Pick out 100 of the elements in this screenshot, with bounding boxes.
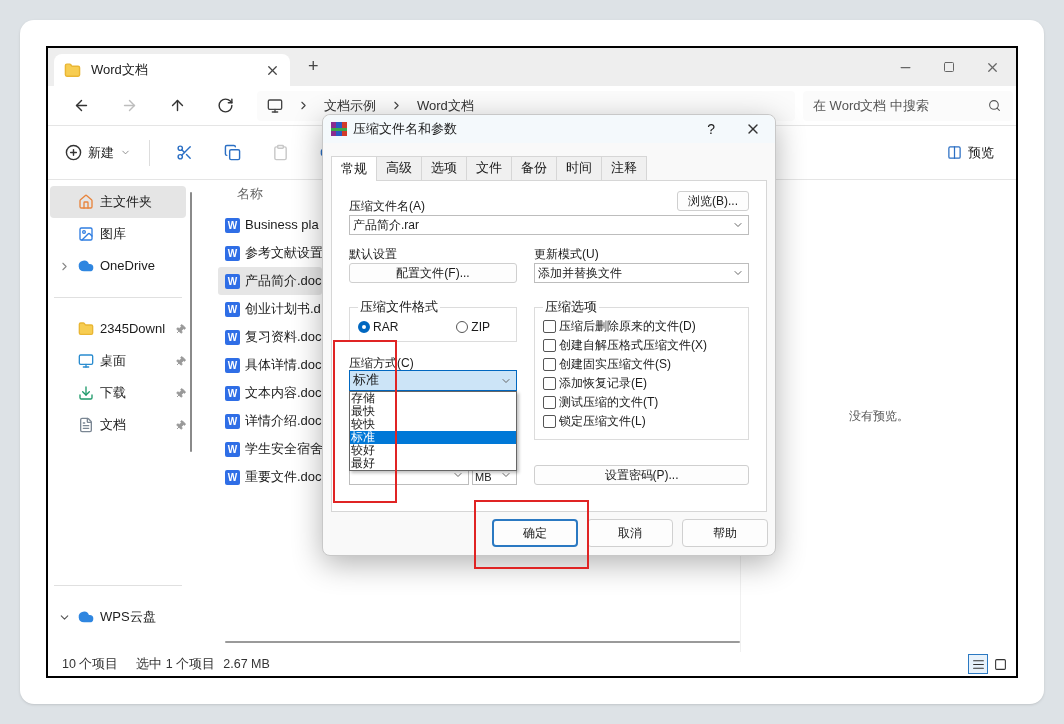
- group-label: 压缩文件格式: [359, 299, 439, 316]
- sidebar-item[interactable]: WPS云盘: [50, 601, 186, 633]
- sidebar-item[interactable]: 2345Downl: [50, 313, 186, 345]
- file-row[interactable]: W 重要文件.doc: [218, 463, 322, 491]
- file-row[interactable]: W 具体详情.doc: [218, 351, 322, 379]
- cut-icon: [175, 144, 193, 161]
- option-checkbox[interactable]: 添加恢复记录(E): [543, 373, 744, 393]
- file-name: 具体详情.doc: [245, 356, 322, 375]
- home-icon: [78, 194, 94, 210]
- item-count: 10 个项目: [62, 655, 119, 673]
- folder-icon: [64, 61, 81, 79]
- browse-button[interactable]: 浏览(B)...: [677, 191, 749, 211]
- sidebar-item[interactable]: 桌面: [50, 345, 186, 377]
- sidebar-label: WPS云盘: [100, 608, 157, 627]
- dialog-button[interactable]: 帮助: [682, 519, 768, 547]
- square-icon: [993, 657, 1007, 671]
- password-button[interactable]: 设置密码(P)...: [534, 465, 749, 485]
- sidebar-item[interactable]: OneDrive: [50, 250, 186, 282]
- copy-icon: [223, 144, 241, 161]
- file-name: 文本内容.doc: [245, 384, 322, 403]
- new-tab-button[interactable]: +: [308, 53, 319, 80]
- word-file-icon: W: [225, 469, 240, 485]
- file-name: 参考文献设置: [245, 244, 322, 263]
- tab-title: Word文档: [91, 61, 149, 80]
- document-icon: [78, 417, 94, 433]
- sidebar-label: 图库: [100, 225, 127, 244]
- dropdown-option[interactable]: 最快: [350, 405, 516, 418]
- file-name: 学生安全宿舍: [245, 440, 322, 459]
- method-select[interactable]: 标准: [349, 370, 517, 391]
- paste-icon: [271, 144, 289, 161]
- help-button[interactable]: ?: [707, 118, 715, 140]
- dialog-tab[interactable]: 高级: [377, 156, 422, 180]
- sidebar-item[interactable]: 主文件夹: [50, 186, 186, 218]
- sidebar-label: 主文件夹: [100, 193, 153, 212]
- selection-size: 2.67 MB: [223, 655, 270, 673]
- dropdown-option[interactable]: 较快: [350, 418, 516, 431]
- list-icon: [971, 657, 985, 671]
- breadcrumb-item[interactable]: Word文档: [417, 95, 474, 116]
- option-checkbox[interactable]: 创建自解压格式压缩文件(X): [543, 335, 744, 355]
- selection-count: 选中 1 个项目: [136, 655, 216, 673]
- sidebar-label: 下载: [100, 384, 127, 403]
- profiles-button[interactable]: 配置文件(F)...: [349, 263, 517, 283]
- dropdown-option[interactable]: 标准: [350, 431, 516, 444]
- file-name: 重要文件.doc: [245, 468, 322, 487]
- word-file-icon: W: [225, 217, 240, 233]
- refresh-icon: [216, 97, 234, 114]
- option-checkbox[interactable]: 测试压缩的文件(T): [543, 392, 744, 412]
- plus-icon: [65, 144, 82, 161]
- dialog-tab[interactable]: 时间: [557, 156, 602, 180]
- dialog-tab[interactable]: 常规: [331, 156, 377, 181]
- dialog-button[interactable]: 确定: [492, 519, 578, 547]
- update-mode-select[interactable]: 添加并替换文件: [534, 263, 749, 283]
- panel-icon: [947, 145, 962, 160]
- file-row[interactable]: W 复习资料.doc: [218, 323, 322, 351]
- cloud-icon: [78, 609, 94, 625]
- format-radio[interactable]: RAR: [358, 317, 399, 336]
- option-checkbox[interactable]: 锁定压缩文件(L): [543, 411, 744, 431]
- archive-name-field[interactable]: 产品简介.rar: [349, 215, 749, 235]
- word-file-icon: W: [225, 273, 240, 289]
- file-row[interactable]: W 学生安全宿舍: [218, 435, 322, 463]
- breadcrumb-item[interactable]: 文档示例: [324, 95, 376, 116]
- file-row[interactable]: W 产品简介.doc: [218, 267, 322, 295]
- folder-icon: [78, 321, 94, 337]
- dialog-tab[interactable]: 备份: [512, 156, 557, 180]
- option-checkbox[interactable]: 压缩后删除原来的文件(D): [543, 316, 744, 336]
- sidebar-label: OneDrive: [100, 257, 156, 276]
- dialog-button[interactable]: 取消: [587, 519, 673, 547]
- word-file-icon: W: [225, 245, 240, 261]
- field-value: 产品简介.rar: [353, 217, 420, 234]
- format-radio[interactable]: ZIP: [456, 317, 490, 336]
- search-icon: [988, 98, 1001, 112]
- word-file-icon: W: [225, 413, 240, 429]
- preview-button[interactable]: 预览: [947, 142, 994, 163]
- archive-icon: [331, 122, 347, 136]
- word-file-icon: W: [225, 441, 240, 457]
- new-button[interactable]: 新建: [65, 142, 131, 163]
- search-field[interactable]: 在 Word文档 中搜索: [803, 90, 1013, 121]
- sidebar-item[interactable]: 图库: [50, 218, 186, 250]
- option-checkbox[interactable]: 创建固实压缩文件(S): [543, 354, 744, 374]
- file-row[interactable]: W 创业计划书.d: [218, 295, 322, 323]
- dialog-tab[interactable]: 文件: [467, 156, 512, 180]
- dropdown-option[interactable]: 较好: [350, 444, 516, 457]
- file-row[interactable]: W 参考文献设置: [218, 239, 322, 267]
- cloud-icon: [78, 258, 94, 274]
- word-file-icon: W: [225, 329, 240, 345]
- file-row[interactable]: W 详情介绍.doc: [218, 407, 322, 435]
- file-row[interactable]: W 文本内容.doc: [218, 379, 322, 407]
- dialog-tab[interactable]: 注释: [602, 156, 647, 180]
- maximize-icon[interactable]: [943, 61, 955, 73]
- dialog-tab[interactable]: 选项: [422, 156, 467, 180]
- window-tab[interactable]: Word文档: [54, 54, 290, 86]
- file-name: 创业计划书.d: [245, 300, 321, 319]
- details-view-button[interactable]: [968, 654, 988, 674]
- sidebar-item[interactable]: 下载: [50, 377, 186, 409]
- computer-icon: [267, 97, 283, 114]
- dropdown-option[interactable]: 存储: [350, 392, 516, 405]
- download-icon: [78, 385, 94, 401]
- file-row[interactable]: W Business pla: [218, 211, 322, 239]
- sidebar-item[interactable]: 文档: [50, 409, 186, 441]
- sidebar-label: 文档: [100, 416, 127, 435]
